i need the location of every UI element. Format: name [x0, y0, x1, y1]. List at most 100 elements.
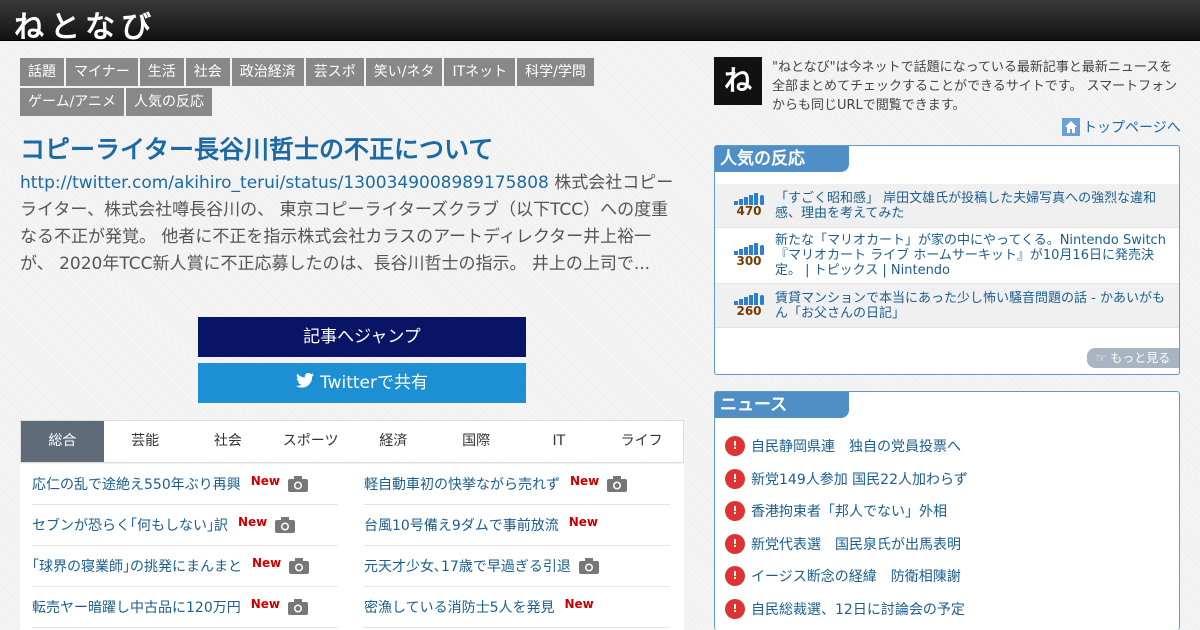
sidebar-news-item[interactable]: ! 新党代表選 国民泉氏が出馬表明: [725, 528, 1165, 561]
sidebar-news-item[interactable]: ! 香港拘束者「邦人でない」外相: [725, 495, 1165, 528]
news-tabs: 総合 芸能 社会 スポーツ 経済 国際 IT ライフ: [20, 420, 684, 463]
category-game-anime[interactable]: ゲーム/アニメ: [20, 88, 125, 116]
category-society[interactable]: 社会: [185, 58, 230, 86]
popular-item[interactable]: 260 賃貸マンションで本当にあった少し怖い騒音問題の話 - かあいがもん「お父…: [715, 284, 1179, 328]
reaction-count: 470: [736, 204, 762, 218]
tab-general[interactable]: 総合: [21, 421, 104, 462]
sidebar-news-title: 新党代表選 国民泉氏が出馬表明: [751, 536, 961, 553]
news-source-icon: !: [725, 468, 745, 489]
new-badge: New: [564, 597, 594, 611]
share-twitter-button[interactable]: Twitterで共有: [198, 363, 526, 403]
category-life[interactable]: 生活: [139, 58, 184, 86]
sidebar-news-title: 香港拘束者「邦人でない」外相: [751, 504, 947, 521]
sidebar-news-title: イージス断念の経緯 防衛相陳謝: [751, 569, 961, 586]
new-badge: New: [238, 515, 268, 529]
tab-economy[interactable]: 経済: [352, 421, 435, 462]
article-title[interactable]: コピーライター長谷川哲士の不正について: [20, 130, 680, 166]
article-link[interactable]: http://twitter.com/akihiro_terui/status/…: [20, 173, 549, 193]
new-badge: New: [570, 474, 600, 488]
sidebar-news-item[interactable]: ! 新党149人参加 国民22人加わらず: [725, 463, 1165, 496]
news-item[interactable]: 転売ヤー暗躍し中古品に120万円 New: [32, 587, 338, 628]
category-it-net[interactable]: ITネット: [444, 58, 516, 86]
site-icon: ね: [714, 57, 762, 105]
share-twitter-label: Twitterで共有: [320, 373, 428, 393]
top-page-link[interactable]: トップページへ: [1062, 117, 1181, 137]
news-source-icon: !: [725, 598, 745, 619]
category-popular[interactable]: 人気の反応: [126, 88, 213, 116]
news-list-area: 応仁の乱で途絶え550年ぶり再興 New セブンが恐らく｢何もしない｣訳 New ｢…: [20, 464, 684, 630]
news-item[interactable]: 軽自動車初の快挙ながら売れず New: [364, 464, 670, 505]
category-entertainment-sports[interactable]: 芸スポ: [305, 58, 364, 86]
news-column-left: 応仁の乱で途絶え550年ぶり再興 New セブンが恐らく｢何もしない｣訳 New ｢…: [32, 464, 338, 628]
category-politics[interactable]: 政治経済: [231, 58, 304, 86]
tab-entertainment[interactable]: 芸能: [104, 421, 187, 462]
reaction-meter: 300: [729, 243, 769, 268]
popular-panel-title: 人気の反応: [715, 146, 849, 172]
twitter-bird-icon: [296, 363, 314, 403]
new-badge: New: [250, 597, 281, 611]
popular-item[interactable]: 470 「すごく昭和感」 岸田文雄氏が投稿した夫婦写真への強烈な違和感、理由を考…: [715, 184, 1179, 228]
tab-international[interactable]: 国際: [435, 421, 518, 462]
news-title: 転売ヤー暗躍し中古品に120万円: [32, 600, 241, 616]
hand-pointer-icon: ☞: [1095, 351, 1111, 365]
popular-title: 新たな「マリオカート」が家の中にやってくる。Nintendo Switch『マリ…: [775, 233, 1166, 278]
news-item[interactable]: 元天才少女､17歳で早過ぎる引退: [364, 546, 670, 587]
news-item[interactable]: ｢球界の寝業師｣の挑発にまんまと New: [32, 546, 338, 587]
camera-icon: [578, 558, 599, 574]
reaction-meter: 260: [729, 293, 769, 318]
sidebar-news-item[interactable]: ! イージス断念の経緯 防衛相陳謝: [725, 560, 1165, 593]
site-logo[interactable]: ねとなび: [14, 2, 157, 46]
tab-sports[interactable]: スポーツ: [269, 421, 352, 462]
camera-icon: [275, 517, 296, 533]
news-title: セブンが恐らく｢何もしない｣訳: [32, 518, 228, 534]
popular-item[interactable]: 300 新たな「マリオカート」が家の中にやってくる。Nintendo Switc…: [715, 228, 1179, 284]
camera-icon: [288, 599, 309, 615]
tab-society[interactable]: 社会: [187, 421, 270, 462]
news-column-right: 軽自動車初の快挙ながら売れず New 台風10号備え9ダムで事前放流 New 元天才…: [364, 464, 670, 628]
camera-icon: [607, 476, 628, 492]
jump-to-article-button[interactable]: 記事へジャンプ: [198, 317, 526, 357]
article-body: http://twitter.com/akihiro_terui/status/…: [20, 170, 684, 278]
tab-it[interactable]: IT: [518, 421, 601, 462]
news-item[interactable]: 応仁の乱で途絶え550年ぶり再興 New: [32, 464, 338, 505]
category-wadai[interactable]: 話題: [20, 58, 64, 86]
sidebar-news-list: ! 自民静岡県連 独自の党員投票へ ! 新党149人参加 国民22人加わらず ! 香港…: [725, 430, 1165, 625]
news-title: 台風10号備え9ダムで事前放流: [364, 518, 559, 534]
more-button[interactable]: ☞ もっと見る: [1087, 348, 1179, 368]
home-icon: [1062, 118, 1080, 136]
news-source-icon: !: [725, 436, 745, 457]
category-science[interactable]: 科学/学問: [517, 58, 594, 86]
news-item[interactable]: 台風10号備え9ダムで事前放流 New: [364, 505, 670, 546]
category-nav: 話題 マイナー 生活 社会 政治経済 芸スポ 笑い/ネタ ITネット 科学/学問…: [20, 58, 600, 116]
news-panel-title: ニュース: [715, 392, 849, 418]
new-badge: New: [250, 474, 281, 488]
sidebar-news-item[interactable]: ! 自民総裁選、12日に討論会の予定: [725, 593, 1165, 626]
news-item[interactable]: 密漁している消防士5人を発見 New: [364, 587, 670, 628]
sidebar-news-title: 新党149人参加 国民22人加わらず: [751, 471, 968, 488]
news-title: 応仁の乱で途絶え550年ぶり再興: [32, 477, 241, 493]
reaction-meter: 470: [729, 193, 769, 218]
news-item[interactable]: セブンが恐らく｢何もしない｣訳 New: [32, 505, 338, 546]
site-intro: "ねとなび"は今ネットで話題になっている最新記事と最新ニュースを全部まとめてチェ…: [772, 60, 1178, 113]
new-badge: New: [568, 515, 599, 529]
news-title: ｢球界の寝業師｣の挑発にまんまと: [32, 559, 242, 575]
reaction-count: 300: [736, 254, 762, 268]
camera-icon: [288, 476, 309, 492]
news-title: 密漁している消防士5人を発見: [364, 600, 555, 616]
sidebar-news-item[interactable]: ! 自民静岡県連 独自の党員投票へ: [725, 430, 1165, 463]
news-title: 元天才少女､17歳で早過ぎる引退: [364, 559, 571, 575]
more-label: もっと見る: [1110, 351, 1171, 365]
popular-title: 賃貸マンションで本当にあった少し怖い騒音問題の話 - かあいがもん「お父さんの日…: [775, 290, 1165, 321]
news-title: 軽自動車初の快挙ながら売れず: [364, 477, 560, 493]
sidebar-news-title: 自民静岡県連 独自の党員投票へ: [751, 439, 961, 456]
new-badge: New: [252, 556, 282, 570]
category-humor[interactable]: 笑い/ネタ: [365, 58, 443, 86]
news-source-icon: !: [725, 533, 745, 554]
tab-life[interactable]: ライフ: [600, 421, 683, 462]
sidebar-news-title: 自民総裁選、12日に討論会の予定: [751, 601, 965, 618]
reaction-count: 260: [736, 304, 762, 318]
popular-title: 「すごく昭和感」 岸田文雄氏が投稿した夫婦写真への強烈な違和感、理由を考えてみた: [775, 190, 1157, 221]
popular-list: 470 「すごく昭和感」 岸田文雄氏が投稿した夫婦写真への強烈な違和感、理由を考…: [715, 184, 1179, 328]
category-minor[interactable]: マイナー: [66, 58, 138, 86]
camera-icon: [289, 558, 310, 574]
